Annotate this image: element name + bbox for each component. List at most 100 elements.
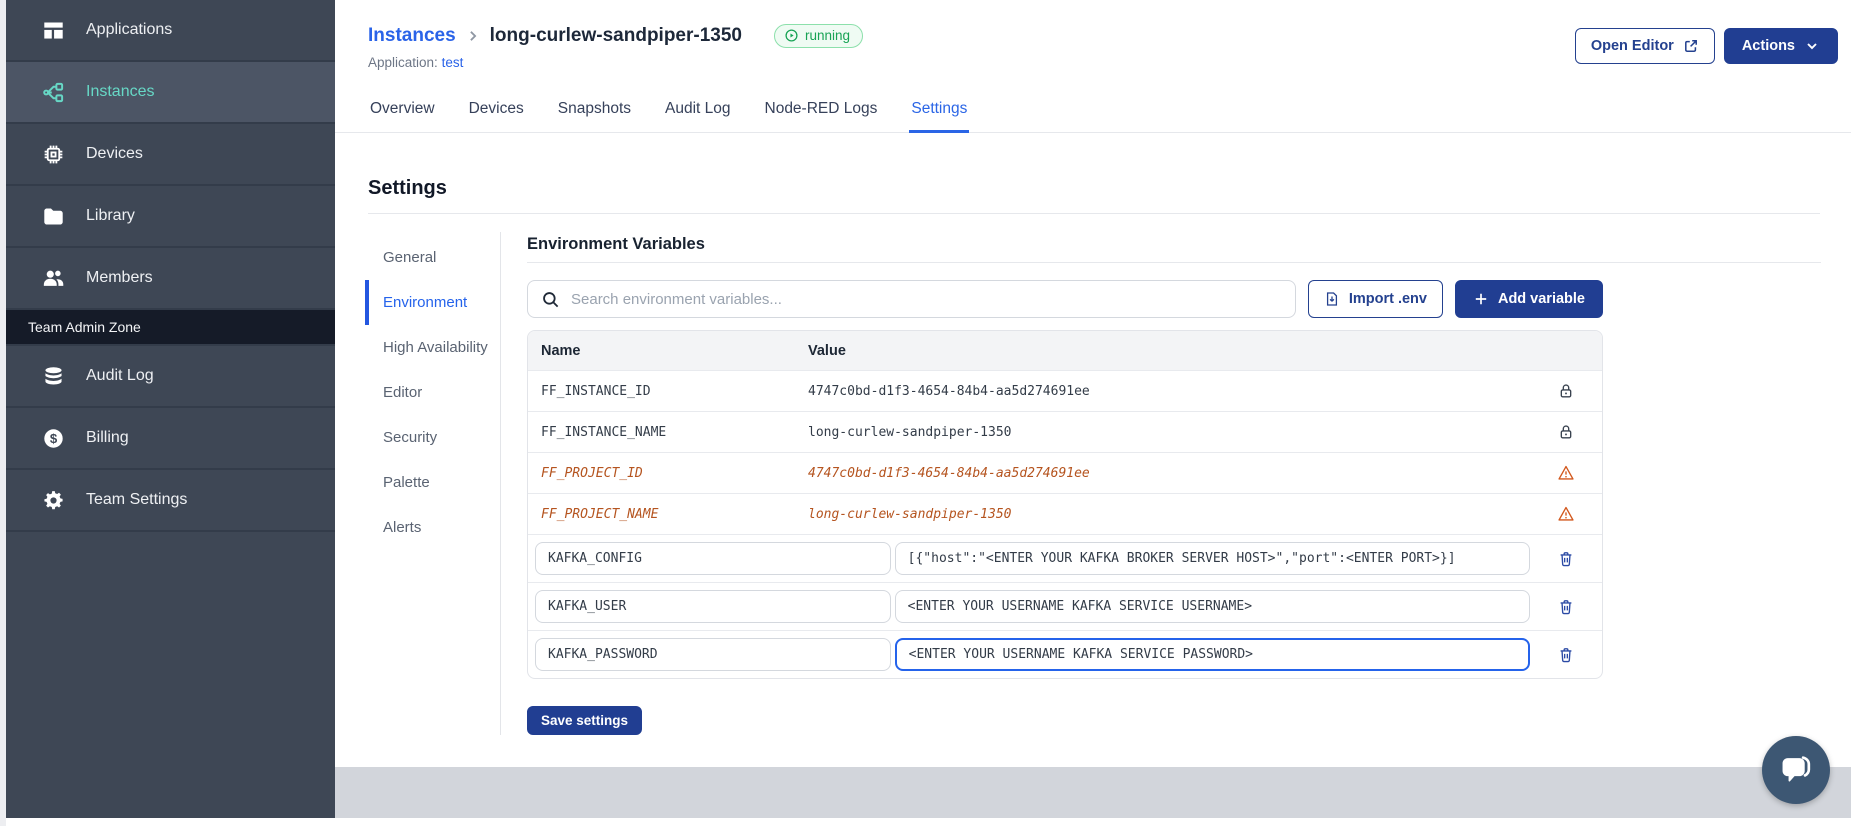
application-link[interactable]: test <box>442 55 464 70</box>
sidebar-item-label: Instances <box>86 83 155 100</box>
sidebar-item-members[interactable]: Members <box>6 248 335 310</box>
subnav-palette[interactable]: Palette <box>365 460 500 505</box>
plus-icon <box>1473 291 1489 307</box>
sidebar-item-label: Billing <box>86 429 129 446</box>
subnav-general[interactable]: General <box>365 235 500 280</box>
footer-band <box>335 767 1851 818</box>
env-var-name-input[interactable] <box>535 638 891 671</box>
open-editor-button[interactable]: Open Editor <box>1574 28 1715 64</box>
warning-icon <box>1557 505 1575 523</box>
tab-snapshots[interactable]: Snapshots <box>556 91 633 132</box>
env-var-value-input-focused[interactable] <box>894 638 1530 671</box>
sidebar-item-instances[interactable]: Instances <box>6 62 335 124</box>
env-var-name: FF_PROJECT_ID <box>541 465 643 481</box>
sidebar-item-applications[interactable]: Applications <box>6 0 335 62</box>
header-actions: Open Editor Actions <box>1574 24 1838 70</box>
chat-widget-button[interactable] <box>1762 736 1830 804</box>
main-content: Instances long-curlew-sandpiper-1350 run… <box>335 0 1851 818</box>
sidebar-item-label: Audit Log <box>86 367 154 384</box>
sidebar-section-team-admin-zone: Team Admin Zone <box>6 310 335 346</box>
table-row: FF_INSTANCE_NAME long-curlew-sandpiper-1… <box>528 411 1602 452</box>
table-row: FF_PROJECT_ID 4747c0bd-d1f3-4654-84b4-aa… <box>528 452 1602 493</box>
instances-icon <box>42 81 65 104</box>
sidebar: Applications Instances Devices Library M… <box>6 0 335 818</box>
env-var-value: long-curlew-sandpiper-1350 <box>808 506 1012 522</box>
play-circle-icon <box>784 28 799 43</box>
applications-icon <box>42 19 65 42</box>
tab-settings[interactable]: Settings <box>909 91 970 133</box>
breadcrumb-instances-link[interactable]: Instances <box>368 25 456 47</box>
column-header-value: Value <box>808 342 846 359</box>
env-var-value: 4747c0bd-d1f3-4654-84b4-aa5d274691ee <box>808 383 1090 399</box>
search-box <box>527 280 1296 318</box>
subnav-environment[interactable]: Environment <box>365 280 500 325</box>
status-badge: running <box>774 24 864 48</box>
add-variable-button[interactable]: Add variable <box>1454 280 1603 318</box>
table-row <box>528 582 1602 630</box>
table-row: FF_PROJECT_NAME long-curlew-sandpiper-13… <box>528 493 1602 534</box>
sidebar-item-audit-log[interactable]: Audit Log <box>6 346 335 408</box>
sidebar-item-team-settings[interactable]: Team Settings <box>6 470 335 532</box>
database-icon <box>42 365 65 388</box>
sidebar-item-devices[interactable]: Devices <box>6 124 335 186</box>
sidebar-item-label: Team Settings <box>86 491 188 508</box>
billing-icon: $ <box>42 427 65 450</box>
page-title: long-curlew-sandpiper-1350 <box>489 25 742 46</box>
sidebar-item-billing[interactable]: $ Billing <box>6 408 335 470</box>
subnav-security[interactable]: Security <box>365 415 500 460</box>
library-icon <box>42 205 65 228</box>
warning-icon <box>1557 464 1575 482</box>
instance-tabs: Overview Devices Snapshots Audit Log Nod… <box>335 91 1851 133</box>
delete-variable-button[interactable] <box>1557 646 1575 664</box>
env-variables-table: Name Value FF_INSTANCE_ID 4747c0bd-d1f3-… <box>527 330 1603 679</box>
sidebar-item-label: Members <box>86 269 153 286</box>
subnav-high-availability[interactable]: High Availability <box>365 325 500 370</box>
document-download-icon <box>1324 291 1340 307</box>
sidebar-item-label: Devices <box>86 145 143 162</box>
sidebar-item-label: Applications <box>86 21 173 38</box>
env-var-value-input[interactable] <box>894 590 1530 623</box>
column-header-name: Name <box>541 342 581 359</box>
save-settings-button[interactable]: Save settings <box>527 706 643 735</box>
subnav-alerts[interactable]: Alerts <box>365 505 500 550</box>
table-row <box>528 630 1602 678</box>
actions-button[interactable]: Actions <box>1723 28 1838 64</box>
search-icon <box>541 290 560 309</box>
subnav-editor[interactable]: Editor <box>365 370 500 415</box>
lock-icon <box>1557 423 1575 441</box>
tab-overview[interactable]: Overview <box>368 91 437 132</box>
delete-variable-button[interactable] <box>1557 598 1575 616</box>
application-label: Application: <box>368 55 438 70</box>
tab-audit-log[interactable]: Audit Log <box>663 91 733 132</box>
chevron-down-icon <box>1804 38 1820 54</box>
env-var-value: long-curlew-sandpiper-1350 <box>808 424 1012 440</box>
search-input[interactable] <box>571 290 1282 308</box>
settings-title: Settings <box>368 177 447 199</box>
svg-text:$: $ <box>50 431 58 446</box>
app-window: Applications Instances Devices Library M… <box>0 0 1851 826</box>
chevron-right-icon <box>466 29 480 43</box>
gear-icon <box>42 489 65 512</box>
tab-devices[interactable]: Devices <box>467 91 526 132</box>
env-var-name: FF_INSTANCE_NAME <box>541 424 667 440</box>
import-env-button[interactable]: Import .env <box>1307 280 1443 318</box>
sidebar-item-library[interactable]: Library <box>6 186 335 248</box>
env-var-value-input[interactable] <box>894 542 1530 575</box>
delete-variable-button[interactable] <box>1557 550 1575 568</box>
breadcrumb: Instances long-curlew-sandpiper-1350 run… <box>368 24 864 48</box>
chat-bubbles-icon <box>1777 751 1815 789</box>
lock-icon <box>1557 382 1575 400</box>
settings-body: General Environment High Availability Ed… <box>335 232 1851 735</box>
members-icon <box>42 267 65 290</box>
devices-icon <box>42 143 65 166</box>
env-var-name: FF_PROJECT_NAME <box>541 506 659 522</box>
subnav-divider <box>500 232 501 735</box>
env-controls: Import .env Add variable <box>527 280 1603 318</box>
table-header-row: Name Value <box>528 331 1602 370</box>
table-row: FF_INSTANCE_ID 4747c0bd-d1f3-4654-84b4-a… <box>528 370 1602 411</box>
tab-node-red-logs[interactable]: Node-RED Logs <box>763 91 880 132</box>
env-var-name-input[interactable] <box>535 590 891 623</box>
status-label: running <box>805 28 851 43</box>
env-var-name-input[interactable] <box>535 542 891 575</box>
sidebar-item-label: Library <box>86 207 135 224</box>
